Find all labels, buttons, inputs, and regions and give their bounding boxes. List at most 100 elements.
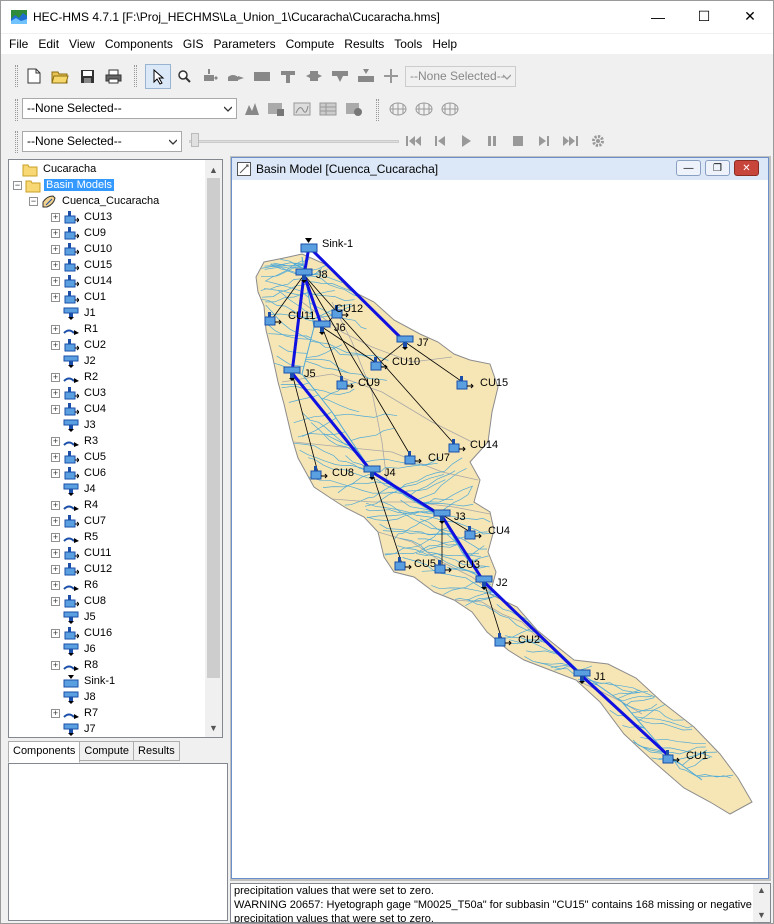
tree-item-cu15[interactable]: + CU15 [51,257,114,273]
tree-item-j4[interactable]: J4 [51,481,98,497]
menu-parameters[interactable]: Parameters [209,34,281,54]
basin-map-canvas[interactable]: Sink-1 J8 CU12 CU11 J6 J7 CU10 J5 CU9 CU15 CU14 CU7… [238,185,764,875]
close-button[interactable]: ✕ [727,1,773,32]
tree-item-project[interactable]: Cucaracha [10,161,98,177]
toolbar-grip[interactable] [134,65,137,87]
new-file-icon[interactable] [25,67,43,85]
tree-item-cu16[interactable]: + CU16 [51,625,114,641]
tree-item-cu4[interactable]: + CU4 [51,401,108,417]
arrow-tool-button[interactable] [145,64,171,89]
menu-help[interactable]: Help [427,34,462,54]
expand-icon[interactable]: + [51,260,60,270]
junction-tool-icon[interactable] [279,67,297,85]
expand-icon[interactable]: + [51,388,60,398]
expand-icon[interactable]: + [51,500,60,510]
expand-icon[interactable]: + [51,548,60,558]
map-element-sink-1[interactable]: Sink-1 [300,238,353,253]
expand-icon[interactable]: + [51,628,60,638]
tree-item-cu11[interactable]: + CU11 [51,545,113,561]
scroll-down-icon[interactable]: ▼ [757,910,766,920]
tree-item-cu14[interactable]: + CU14 [51,273,114,289]
tree-item-cu3[interactable]: + CU3 [51,385,108,401]
tree-item-j3[interactable]: J3 [51,417,98,433]
expand-icon[interactable]: + [51,436,60,446]
tree-item-j1[interactable]: J1 [51,305,98,321]
tree-vertical-scrollbar[interactable]: ▲ ▼ [205,160,222,737]
expand-icon[interactable]: + [51,404,60,414]
run-select[interactable]: --None Selected-- [22,98,237,119]
menu-file[interactable]: File [4,34,33,54]
slider-thumb[interactable] [191,133,199,147]
diversion-tool-icon[interactable] [305,67,323,85]
menu-tools[interactable]: Tools [389,34,427,54]
basin-map[interactable]: Sink-1 J8 CU12 CU11 J6 J7 CU10 J5 CU9 CU15 CU14 CU7… [238,185,764,875]
tab-components[interactable]: Components [8,741,81,763]
scroll-up-icon[interactable]: ▲ [209,165,218,175]
inner-restore-button[interactable]: ❐ [705,160,730,176]
tab-results[interactable]: Results [133,741,180,761]
tree-item-j2[interactable]: J2 [51,353,98,369]
tree-item-r2[interactable]: + R2 [51,369,100,385]
previous-frame-icon[interactable] [431,132,449,150]
play-icon[interactable] [457,132,475,150]
compute-run-icon[interactable] [243,100,261,118]
menu-results[interactable]: Results [339,34,389,54]
expand-icon[interactable]: + [51,580,60,590]
last-frame-icon[interactable] [561,132,579,150]
tree-item-r5[interactable]: + R5 [51,529,100,545]
tree-item-r1[interactable]: + R1 [51,321,100,337]
watershed-explorer-tree[interactable]: Cucaracha − Basin Models − Cuenca_Cucaracha +… [8,159,223,738]
expand-icon[interactable]: + [51,340,60,350]
tree-item-cu2[interactable]: + CU2 [51,337,108,353]
collapse-icon[interactable]: − [13,180,22,190]
expand-icon[interactable]: + [51,244,60,254]
expand-icon[interactable]: + [51,276,60,286]
toolbar-grip[interactable] [376,99,379,121]
scrollbar-thumb[interactable] [207,178,220,678]
tree-item-j5[interactable]: J5 [51,609,98,625]
tree-item-cu8[interactable]: + CU8 [51,593,108,609]
tab-compute[interactable]: Compute [79,741,135,761]
stop-icon[interactable] [509,132,527,150]
tree-item-j6[interactable]: J6 [51,641,98,657]
grid-globe-icon[interactable] [389,100,407,118]
menu-gis[interactable]: GIS [178,34,209,54]
expand-icon[interactable]: + [51,468,60,478]
inner-minimize-button[interactable]: — [676,160,701,176]
expand-icon[interactable]: + [51,596,60,606]
expand-icon[interactable]: + [51,212,60,222]
grid-globe-icon[interactable] [415,100,433,118]
tree-item-sink-1[interactable]: Sink-1 [51,673,117,689]
reach-tool-icon[interactable] [227,67,245,85]
tree-item-j7[interactable]: J7 [51,721,98,737]
subbasin-tool-icon[interactable] [201,67,219,85]
expand-icon[interactable]: + [51,708,60,718]
scroll-down-icon[interactable]: ▼ [209,723,218,733]
source-tool-icon[interactable] [331,67,349,85]
tree-item-cu6[interactable]: + CU6 [51,465,108,481]
tree-item-cu7[interactable]: + CU7 [51,513,108,529]
expand-icon[interactable]: + [51,228,60,238]
first-frame-icon[interactable] [405,132,423,150]
open-folder-icon[interactable] [51,67,69,85]
crosshair-tool-icon[interactable] [382,67,400,85]
toolbar-grip[interactable] [15,65,18,87]
expand-icon[interactable]: + [51,516,60,526]
basin-window-title-bar[interactable]: Basin Model [Cuenca_Cucaracha] — ❐ ✕ [232,158,768,180]
element-select[interactable]: --None Selected-- [405,66,516,87]
tree-item-r6[interactable]: + R6 [51,577,100,593]
tree-item-basin-models[interactable]: − Basin Models [13,177,115,193]
tree-item-cu13[interactable]: + CU13 [51,209,114,225]
expand-icon[interactable]: + [51,292,60,302]
pause-icon[interactable] [483,132,501,150]
menu-view[interactable]: View [64,34,100,54]
tree-item-cu10[interactable]: + CU10 [51,241,114,257]
expand-icon[interactable]: + [51,372,60,382]
expand-icon[interactable]: + [51,324,60,334]
tree-item-cu5[interactable]: + CU5 [51,449,108,465]
save-icon[interactable] [78,67,96,85]
menu-compute[interactable]: Compute [281,34,340,54]
gear-icon[interactable] [589,132,607,150]
message-vertical-scrollbar[interactable]: ▲ ▼ [753,884,770,922]
tree-item-cu9[interactable]: + CU9 [51,225,108,241]
